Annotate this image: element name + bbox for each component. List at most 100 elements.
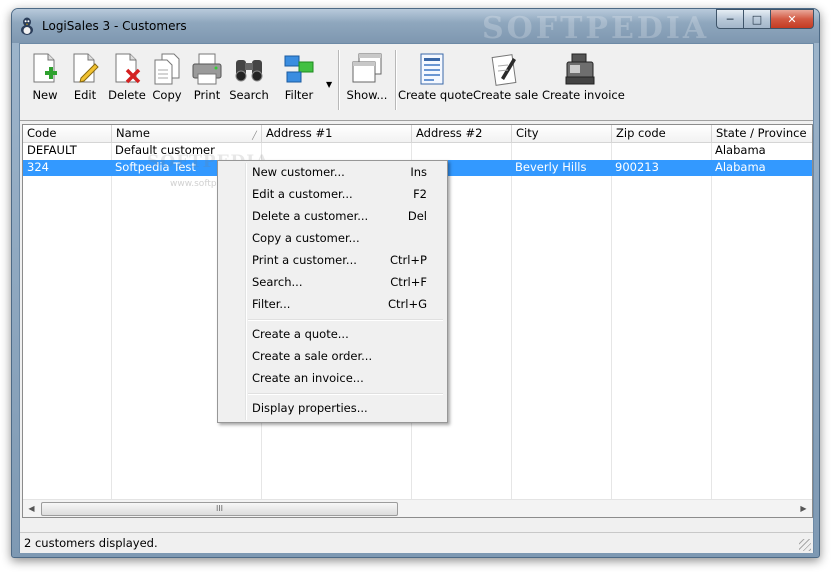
- cell-address1: [261, 143, 411, 159]
- quote-icon: [416, 52, 448, 86]
- menu-separator: [248, 393, 443, 395]
- search-button-label: Search: [229, 88, 269, 102]
- cell-state: Alabama: [715, 143, 766, 157]
- menu-item-create-sale-order[interactable]: Create a sale order...: [220, 345, 445, 367]
- menu-separator: [248, 319, 443, 321]
- windows-icon: [351, 52, 383, 86]
- column-header-code[interactable]: Code: [23, 125, 112, 142]
- new-document-icon: [29, 52, 61, 86]
- menu-item-label: Print a customer...: [252, 253, 357, 267]
- horizontal-scrollbar[interactable]: ◀ III ▶: [23, 499, 812, 517]
- menu-item-label: Create an invoice...: [252, 371, 364, 385]
- copy-button[interactable]: Copy: [148, 48, 186, 102]
- edit-document-icon: [69, 52, 101, 86]
- menu-item-search[interactable]: Search... Ctrl+F: [220, 271, 445, 293]
- menu-item-shortcut: Ins: [410, 165, 427, 179]
- binoculars-icon: [233, 52, 265, 86]
- menu-item-edit-customer[interactable]: Edit a customer... F2: [220, 183, 445, 205]
- menu-item-label: Create a sale order...: [252, 349, 373, 363]
- edit-button-label: Edit: [73, 88, 97, 102]
- context-menu: New customer... Ins Edit a customer... F2 …: [217, 160, 448, 423]
- copy-button-label: Copy: [152, 88, 182, 102]
- minimize-button[interactable]: ─: [716, 9, 743, 29]
- show-button[interactable]: Show...: [343, 48, 391, 102]
- menu-item-shortcut: Del: [407, 209, 427, 223]
- menu-item-create-quote[interactable]: Create a quote...: [220, 323, 445, 345]
- menu-item-shortcut: Ctrl+G: [387, 297, 427, 311]
- menu-item-label: Copy a customer...: [252, 231, 360, 245]
- copy-document-icon: [151, 52, 183, 86]
- menu-item-label: Create a quote...: [252, 327, 349, 341]
- column-header-city[interactable]: City: [512, 125, 612, 142]
- column-divider: [711, 143, 712, 515]
- column-divider: [511, 143, 512, 515]
- new-button-label: New: [32, 88, 58, 102]
- menu-item-copy-customer[interactable]: Copy a customer...: [220, 227, 445, 249]
- create-sale-label: Create sale: [473, 88, 539, 102]
- new-button[interactable]: New: [26, 48, 64, 102]
- column-divider: [111, 143, 112, 515]
- toolbar-separator: [338, 50, 340, 110]
- cell-city: [511, 143, 611, 159]
- column-header-zip[interactable]: Zip code: [612, 125, 712, 142]
- column-header-address2[interactable]: Address #2: [412, 125, 512, 142]
- filter-dropdown-arrow-icon[interactable]: ▼: [326, 80, 332, 89]
- cell-address2: [411, 143, 511, 159]
- sale-icon: [489, 52, 521, 86]
- menu-item-label: New customer...: [252, 165, 345, 179]
- print-button-label: Print: [193, 88, 221, 102]
- menu-item-label: Edit a customer...: [252, 187, 353, 201]
- create-invoice-button[interactable]: Create invoice: [542, 48, 625, 102]
- cell-code: DEFAULT: [27, 143, 77, 157]
- delete-button-label: Delete: [108, 88, 146, 102]
- menu-item-print-customer[interactable]: Print a customer... Ctrl+P: [220, 249, 445, 271]
- title-bar[interactable]: SOFTPEDIA LogiSales 3 - Customers ─ □ ✕: [12, 9, 819, 46]
- scrollbar-thumb[interactable]: III: [41, 502, 398, 516]
- show-button-label: Show...: [346, 88, 388, 102]
- sort-arrow-icon: ╱: [252, 131, 257, 140]
- create-invoice-label: Create invoice: [542, 88, 625, 102]
- status-text: 2 customers displayed.: [24, 536, 158, 550]
- window-controls: ─ □ ✕: [716, 9, 814, 29]
- toolbar-separator: [395, 50, 397, 110]
- maximize-button[interactable]: □: [743, 9, 770, 29]
- column-divider: [611, 143, 612, 515]
- column-header-address1[interactable]: Address #1: [262, 125, 412, 142]
- menu-item-shortcut: Ctrl+P: [389, 253, 427, 267]
- create-sale-button[interactable]: Create sale: [473, 48, 539, 102]
- filter-button[interactable]: Filter: [274, 48, 324, 102]
- menu-item-filter[interactable]: Filter... Ctrl+G: [220, 293, 445, 315]
- table-row[interactable]: DEFAULT Default customer Alabama: [23, 143, 812, 159]
- cell-state: Alabama: [715, 160, 766, 174]
- cell-code: 324: [27, 160, 49, 174]
- column-header-name[interactable]: Name ╱: [112, 125, 262, 142]
- menu-item-label: Search...: [252, 275, 303, 289]
- cell-city: Beverly Hills: [515, 160, 587, 174]
- title-watermark: SOFTPEDIA: [482, 11, 710, 46]
- menu-item-shortcut: F2: [413, 187, 427, 201]
- scroll-right-icon[interactable]: ▶: [795, 500, 812, 517]
- menu-item-shortcut: Ctrl+F: [390, 275, 427, 289]
- grid-header: Code Name ╱ Address #1 Address #2 City Zi…: [23, 125, 812, 143]
- edit-button[interactable]: Edit: [66, 48, 104, 102]
- create-quote-button[interactable]: Create quote: [398, 48, 473, 102]
- print-button[interactable]: Print: [188, 48, 226, 102]
- column-header-state[interactable]: State / Province: [712, 125, 812, 142]
- menu-item-delete-customer[interactable]: Delete a customer... Del: [220, 205, 445, 227]
- filter-button-label: Filter: [284, 88, 314, 102]
- toolbar: New Edit Delete Copy Print Search Filter…: [20, 44, 813, 121]
- printer-icon: [191, 52, 223, 86]
- menu-item-create-invoice[interactable]: Create an invoice...: [220, 367, 445, 389]
- close-icon: ✕: [787, 12, 797, 26]
- delete-button[interactable]: Delete: [107, 48, 147, 102]
- filter-icon: [283, 52, 315, 86]
- close-button[interactable]: ✕: [770, 9, 814, 29]
- resize-grip-icon[interactable]: [799, 539, 811, 551]
- menu-item-display-properties[interactable]: Display properties...: [220, 397, 445, 419]
- scroll-left-icon[interactable]: ◀: [23, 500, 40, 517]
- search-button[interactable]: Search: [227, 48, 271, 102]
- maximize-icon: □: [751, 12, 763, 26]
- window-title: LogiSales 3 - Customers: [42, 19, 187, 33]
- menu-item-new-customer[interactable]: New customer... Ins: [220, 161, 445, 183]
- cell-zip: [611, 143, 711, 159]
